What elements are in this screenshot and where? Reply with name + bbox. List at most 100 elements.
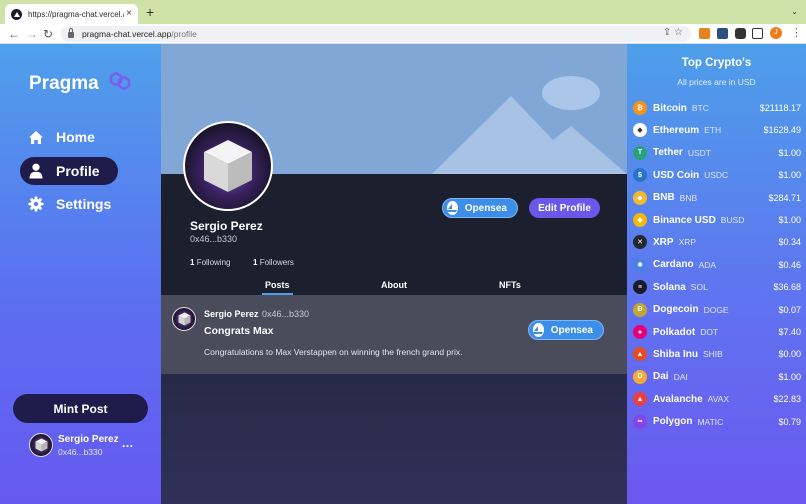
sidebar-item-home[interactable]: Home [20, 123, 118, 151]
coin-price: $1.00 [778, 371, 801, 382]
profile-address: 0x46...b330 [190, 234, 238, 244]
profile-tabs: Posts About NFTs [161, 274, 627, 295]
tab-about[interactable]: About [381, 280, 407, 290]
coin-symbol: DOGE [703, 304, 729, 315]
coin-row-dot[interactable]: ● Polkadot DOT $7.40 [633, 323, 801, 341]
opensea-button[interactable]: Opensea [442, 198, 518, 218]
sol-coin-icon: ≡ [633, 280, 647, 295]
btc-coin-icon: ₿ [633, 101, 647, 115]
sidebar-user-name: Sergio Perez [58, 433, 119, 445]
opensea-icon [533, 323, 544, 337]
eth-coin-icon: ◆ [633, 123, 647, 138]
extension-icon[interactable] [717, 28, 728, 39]
coin-row-usdc[interactable]: $ USD Coin USDC $1.00 [633, 166, 801, 184]
coin-symbol: DOT [700, 327, 719, 337]
coin-row-sol[interactable]: ≡ Solana SOL $36.68 [633, 278, 801, 296]
tab-title: https://pragma-chat.vercel.app [28, 9, 124, 19]
side-panel-icon[interactable] [752, 28, 763, 39]
coin-price: $0.34 [778, 237, 801, 248]
coin-row-doge[interactable]: Ð Dogecoin DOGE $0.07 [633, 301, 801, 319]
following-count[interactable]: 1 Following [190, 258, 230, 267]
tab-close-icon[interactable]: × [126, 9, 132, 19]
coin-symbol: SOL [690, 282, 708, 293]
coin-row-dai[interactable]: D Dai DAI $1.00 [633, 368, 801, 386]
usdt-coin-icon: T [633, 145, 647, 160]
coin-price: $284.71 [768, 192, 801, 203]
dai-coin-icon: D [633, 369, 647, 384]
coin-name: XRP [653, 236, 674, 248]
tab-nfts[interactable]: NFTs [499, 280, 521, 290]
coin-name: Ethereum [653, 124, 700, 136]
coin-row-matic[interactable]: ∞ Polygon MATIC $0.79 [633, 413, 801, 431]
coin-row-busd[interactable]: ◆ Binance USD BUSD $1.00 [633, 211, 801, 229]
new-tab-button[interactable]: + [146, 5, 154, 19]
browser-tab[interactable]: https://pragma-chat.vercel.app × [5, 4, 138, 24]
browser-toolbar: ← → ↻ pragma-chat.vercel.app/profile ⇪ ☆… [0, 24, 806, 44]
coin-price: $7.40 [778, 327, 801, 337]
coin-price: $22.83 [773, 394, 801, 405]
followers-count[interactable]: 1 Followers [253, 258, 294, 267]
crypto-panel-subtitle: All prices are in USD [677, 77, 756, 87]
post-title: Congrats Max [204, 325, 274, 337]
opensea-button-label: Opensea [550, 324, 593, 336]
coin-row-bnb[interactable]: ◆ BNB BNB $284.71 [633, 189, 801, 207]
tab-posts[interactable]: Posts [265, 280, 290, 290]
home-icon [28, 129, 44, 145]
address-bar[interactable]: pragma-chat.vercel.app/profile ⇪ ☆ [61, 26, 691, 42]
back-icon[interactable]: ← [8, 26, 20, 42]
coin-name: Bitcoin [653, 102, 687, 114]
sidebar-user-card[interactable]: Sergio Perez 0x46...b330 [29, 433, 119, 457]
post-opensea-button[interactable]: Opensea [528, 320, 604, 340]
crypto-panel-title: Top Crypto's [681, 57, 752, 69]
coin-price: $0.79 [778, 416, 801, 427]
post-card[interactable]: Sergio Perez 0x46...b330 Congrats Max Co… [161, 295, 627, 374]
brand[interactable]: Pragma [29, 70, 133, 97]
forward-icon[interactable]: → [26, 26, 38, 42]
sidebar-item-label: Profile [56, 163, 100, 179]
coin-symbol: BNB [679, 192, 698, 203]
tab-search-icon[interactable]: ⌄ [791, 7, 798, 16]
coin-row-shib[interactable]: ▲ Shiba Inu SHIB $0.00 [633, 345, 801, 363]
puzzle-icon[interactable] [735, 28, 746, 39]
sidebar-item-profile[interactable]: Profile [20, 157, 118, 185]
coin-row-xrp[interactable]: ✕ XRP XRP $0.34 [633, 233, 801, 251]
coin-row-usdt[interactable]: T Tether USDT $1.00 [633, 144, 801, 162]
metamask-extension-icon[interactable] [699, 28, 710, 39]
share-star-icons[interactable]: ⇪ ☆ [663, 27, 683, 38]
coin-price: $36.68 [773, 282, 801, 293]
reload-icon[interactable]: ↻ [43, 26, 53, 42]
brand-name: Pragma [29, 72, 99, 94]
coin-name: Polkadot [653, 326, 696, 338]
coin-symbol: ADA [698, 259, 717, 270]
crypto-panel: Top Crypto's All prices are in USD ₿ Bitc… [627, 44, 806, 504]
sidebar-item-label: Settings [56, 196, 112, 212]
gear-icon [28, 196, 44, 212]
usdc-coin-icon: $ [633, 168, 647, 183]
sidebar-item-settings[interactable]: Settings [20, 190, 118, 218]
busd-coin-icon: ◆ [633, 213, 647, 227]
more-options-icon[interactable]: ... [122, 436, 134, 450]
coin-name: Dogecoin [653, 304, 699, 316]
bnb-coin-icon: ◆ [633, 190, 647, 205]
coin-price: $1.00 [778, 147, 801, 158]
profile-main: Sergio Perez 0x46...b330 1 Following 1 F… [161, 44, 627, 504]
coin-row-ada[interactable]: ✺ Cardano ADA $0.46 [633, 256, 801, 274]
coin-row-eth[interactable]: ◆ Ethereum ETH $1628.49 [633, 121, 801, 139]
sidebar-user-address: 0x46...b330 [58, 446, 103, 457]
coin-row-avax[interactable]: ▲ Avalanche AVAX $22.83 [633, 390, 801, 408]
opensea-button-label: Opensea [464, 202, 507, 214]
coin-name: Dai [653, 371, 669, 383]
coin-name: Binance USD [653, 214, 716, 226]
coin-symbol: BUSD [720, 215, 745, 225]
coin-symbol: USDC [704, 170, 729, 181]
edit-profile-button[interactable]: Edit Profile [529, 198, 600, 218]
browser-profile-avatar[interactable]: J [770, 27, 782, 39]
coin-symbol: BTC [691, 103, 709, 113]
coin-symbol: MATIC [697, 416, 724, 427]
coin-row-btc[interactable]: ₿ Bitcoin BTC $21118.17 [633, 99, 801, 117]
coin-name: Tether [653, 147, 683, 159]
browser-menu-icon[interactable]: ⋮ [791, 26, 802, 39]
sidebar-item-label: Home [56, 129, 95, 145]
lock-icon [68, 28, 74, 38]
mint-post-button[interactable]: Mint Post [13, 394, 148, 423]
